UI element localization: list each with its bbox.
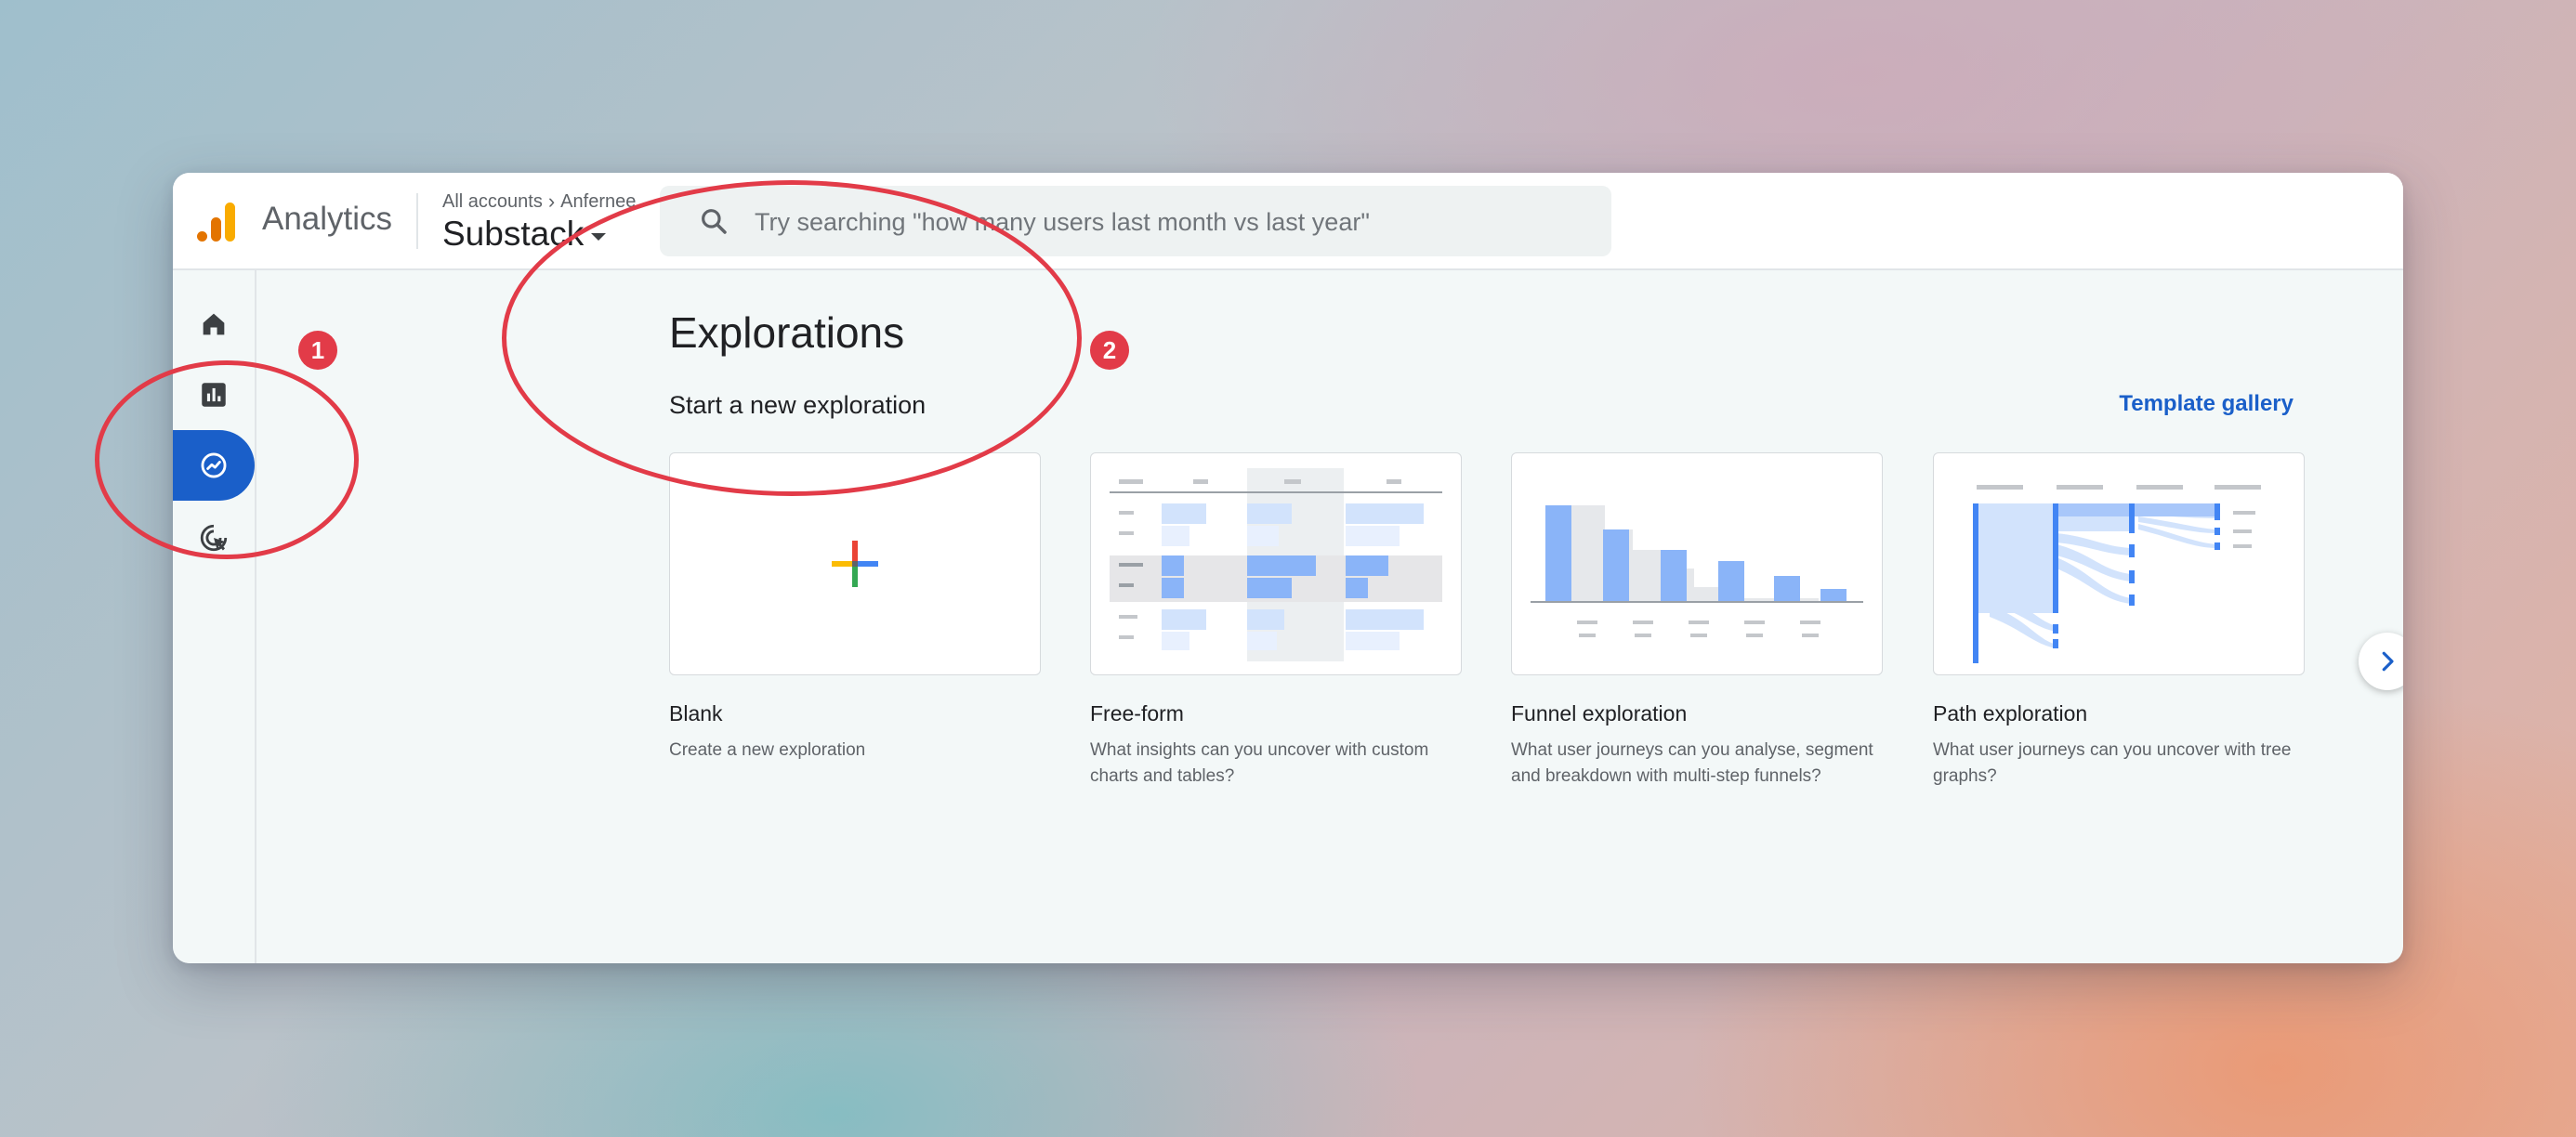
chevron-right-icon: › xyxy=(547,190,556,213)
nav-explore[interactable] xyxy=(173,430,255,501)
nav-reports[interactable] xyxy=(173,359,255,430)
page-title: Explorations xyxy=(669,308,905,357)
plus-icon xyxy=(832,541,878,587)
card-title: Blank xyxy=(669,701,723,725)
analytics-logo xyxy=(197,203,235,242)
section-subtitle: Start a new exploration xyxy=(669,391,927,419)
funnel-illustration xyxy=(1531,505,1863,637)
card-blank[interactable]: Blank Create a new exploration xyxy=(669,452,1041,764)
breadcrumb[interactable]: All accounts › Anfernee xyxy=(442,190,636,214)
card-funnel-exploration[interactable]: Funnel exploration What user journeys ca… xyxy=(1511,452,1883,790)
top-bar: Analytics All accounts › Anfernee Substa… xyxy=(173,173,2403,270)
card-title: Free-form xyxy=(1090,701,1184,725)
card-free-form[interactable]: Free-form What insights can you uncover … xyxy=(1090,452,1462,790)
card-description: Create a new exploration xyxy=(669,740,866,760)
property-name: Substack xyxy=(442,215,585,253)
breadcrumb-account[interactable]: Anfernee xyxy=(560,191,636,213)
next-cards-button[interactable] xyxy=(2359,633,2403,690)
card-description: What insights can you uncover with custo… xyxy=(1090,740,1429,786)
dropdown-caret-icon xyxy=(591,233,607,241)
main-content: Explorations Start a new exploration Tem… xyxy=(256,270,2403,963)
card-description: What user journeys can you uncover with … xyxy=(1933,740,2292,786)
chevron-right-icon xyxy=(2382,651,2394,672)
home-icon xyxy=(203,313,225,335)
search-icon xyxy=(702,209,727,234)
search-bar[interactable] xyxy=(660,186,1611,256)
card-title: Funnel exploration xyxy=(1511,701,1688,725)
card-description: What user journeys can you analyse, segm… xyxy=(1511,740,1873,786)
nav-advertising[interactable] xyxy=(173,503,255,573)
search-input[interactable] xyxy=(753,203,1574,242)
free-form-illustration xyxy=(1110,468,1442,661)
analytics-window: Analytics All accounts › Anfernee Substa… xyxy=(173,173,2403,963)
path-tree-illustration xyxy=(1973,485,2261,663)
property-selector[interactable]: Substack xyxy=(442,215,607,254)
card-path-exploration[interactable]: Path exploration What user journeys can … xyxy=(1933,452,2305,790)
breadcrumb-accounts[interactable]: All accounts xyxy=(442,191,543,213)
annotation-badge-1: 1 xyxy=(298,331,337,370)
card-thumbnail xyxy=(1511,452,1883,675)
card-thumbnail xyxy=(1090,452,1462,675)
left-nav xyxy=(173,270,256,963)
card-title: Path exploration xyxy=(1933,701,2088,725)
advertising-icon xyxy=(200,524,228,552)
nav-home[interactable] xyxy=(173,289,255,359)
card-thumbnail xyxy=(1933,452,2305,675)
template-gallery-link[interactable]: Template gallery xyxy=(2119,391,2293,417)
annotation-badge-2: 2 xyxy=(1090,331,1129,370)
card-thumbnail xyxy=(669,452,1041,675)
explore-icon xyxy=(201,452,227,478)
divider xyxy=(416,193,418,249)
app-name: Analytics xyxy=(262,201,393,237)
reports-icon xyxy=(202,383,226,407)
